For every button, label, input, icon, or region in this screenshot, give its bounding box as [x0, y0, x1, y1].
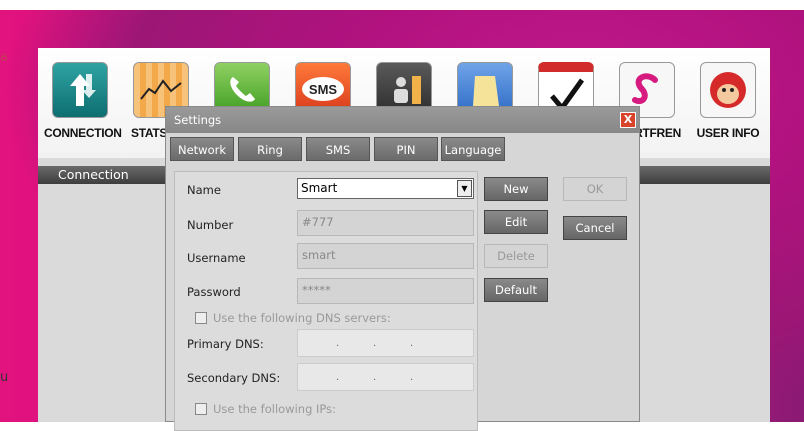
dialog-titlebar[interactable]: Settings X [166, 107, 639, 133]
delete-button[interactable]: Delete [484, 244, 548, 268]
tab-pin[interactable]: PIN [374, 137, 438, 161]
tab-language[interactable]: Language [441, 137, 505, 161]
number-field[interactable]: #777 [297, 210, 474, 236]
close-button[interactable]: X [620, 112, 636, 128]
toolbar-user-info-label: USER INFO [696, 126, 760, 140]
default-button[interactable]: Default [484, 278, 548, 302]
tab-sms[interactable]: SMS [306, 137, 370, 161]
monkey-user-icon [700, 62, 756, 118]
connection-arrows-icon [52, 62, 108, 118]
password-field[interactable]: ***** [297, 278, 474, 304]
tab-ring[interactable]: Ring [238, 137, 302, 161]
tab-network[interactable]: Network [170, 137, 234, 161]
close-icon: X [623, 113, 633, 126]
settings-dialog: Settings X Network Ring SMS PIN Language… [165, 106, 640, 431]
username-field[interactable]: smart [297, 243, 474, 269]
new-button[interactable]: New [484, 177, 548, 201]
username-label: Username [187, 251, 246, 265]
desktop-text-top: a [0, 50, 8, 65]
ip-checkbox[interactable] [195, 403, 207, 415]
dns-checkbox[interactable] [195, 312, 207, 324]
dialog-title: Settings [174, 113, 222, 127]
primary-dns-input[interactable]: ... [297, 329, 474, 357]
name-select-value: Smart [301, 181, 338, 195]
name-label: Name [187, 183, 221, 197]
connection-section-label: Connection [58, 167, 129, 182]
dns-checkbox-label: Use the following DNS servers: [213, 311, 391, 325]
primary-dns-label: Primary DNS: [187, 337, 264, 351]
edit-button[interactable]: Edit [484, 210, 548, 234]
svg-text:SMS: SMS [309, 82, 338, 97]
toolbar-connection[interactable]: CONNECTION [44, 62, 122, 140]
toolbar-connection-label: CONNECTION [44, 126, 122, 140]
desktop-text-bottom: u [0, 370, 9, 385]
ok-button[interactable]: OK [563, 177, 627, 201]
ip-checkbox-label: Use the following IPs: [213, 402, 337, 416]
chevron-down-icon[interactable]: ▼ [457, 180, 472, 197]
secondary-dns-input[interactable]: ... [297, 363, 474, 391]
password-label: Password [187, 285, 241, 299]
secondary-dns-label: Secondary DNS: [187, 371, 281, 385]
toolbar-user-info[interactable]: USER INFO [692, 62, 764, 140]
name-select[interactable]: Smart ▼ [297, 178, 474, 199]
number-label: Number [187, 218, 234, 232]
network-settings-panel: Name Smart ▼ Number #777 Username smart … [174, 171, 478, 431]
cancel-button[interactable]: Cancel [563, 216, 627, 240]
